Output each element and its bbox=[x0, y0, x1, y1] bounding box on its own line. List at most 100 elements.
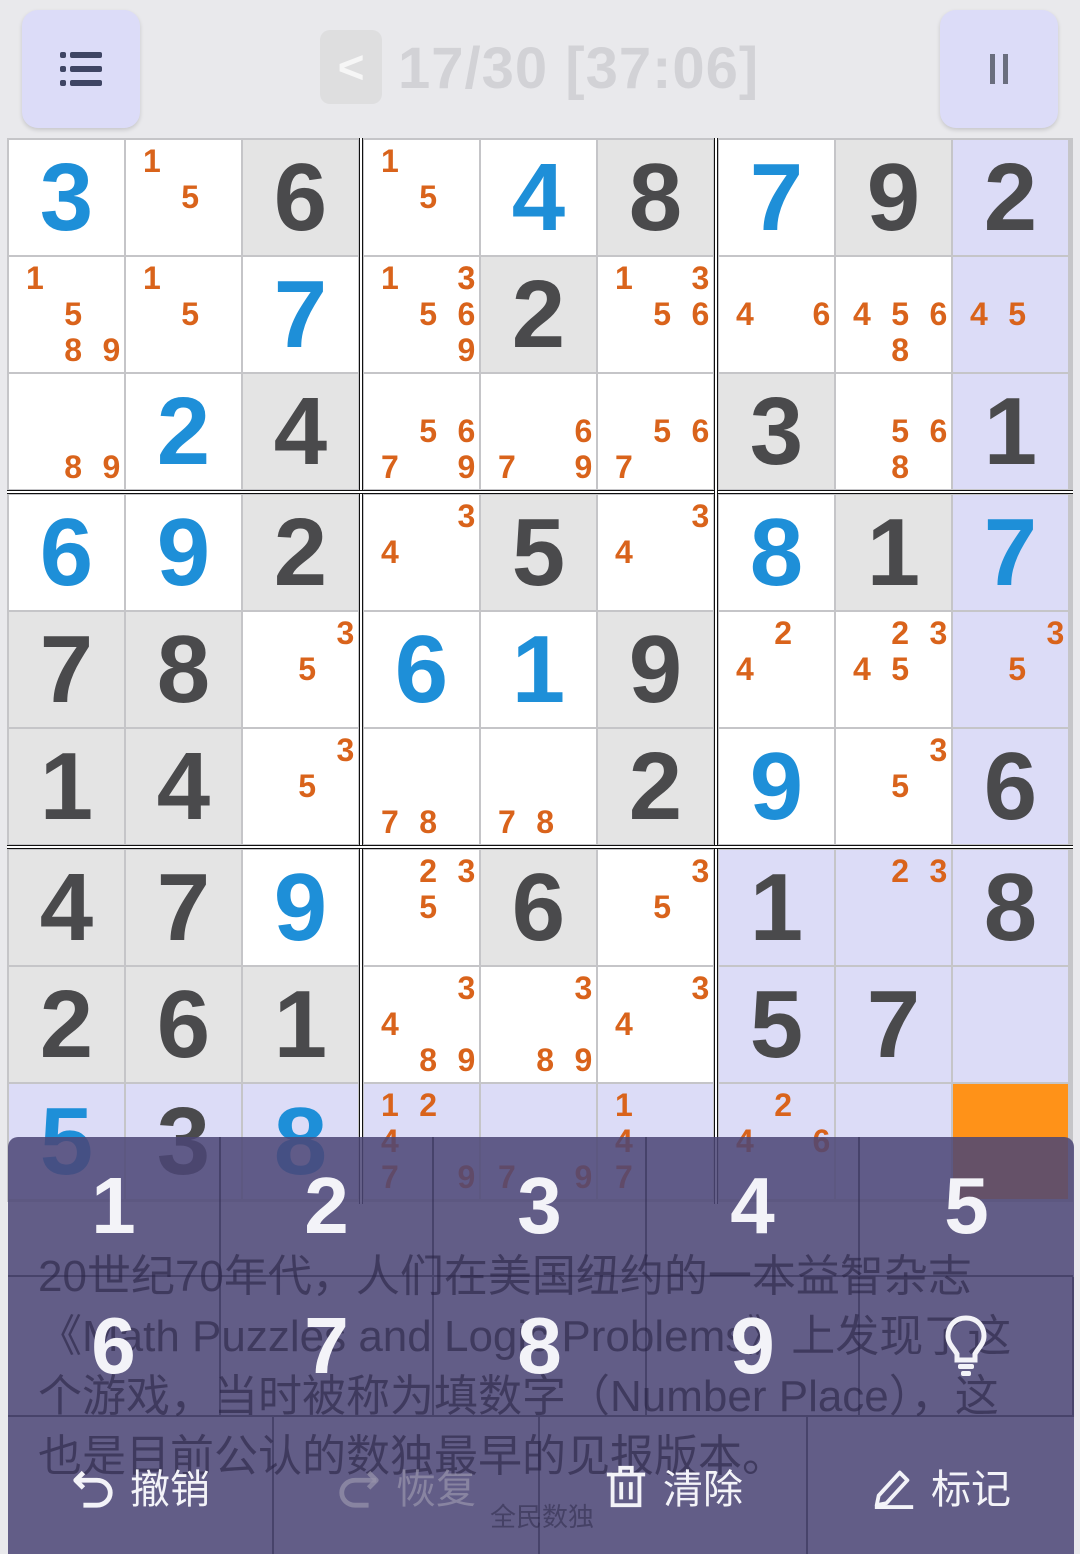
cell-r5c8[interactable]: 23 45 bbox=[836, 612, 951, 727]
given-digit: 9 bbox=[866, 143, 921, 251]
cell-r3c3[interactable]: 4 bbox=[243, 374, 358, 489]
cell-r8c8[interactable]: 7 bbox=[836, 967, 951, 1082]
cell-r3c8[interactable]: 568 bbox=[836, 374, 951, 489]
cell-r1c4[interactable]: 15 bbox=[364, 140, 479, 255]
number-key-6[interactable]: 6 bbox=[8, 1277, 221, 1417]
cell-r5c2[interactable]: 8 bbox=[126, 612, 241, 727]
hint-button[interactable] bbox=[860, 1277, 1074, 1417]
cell-r7c5[interactable]: 6 bbox=[481, 850, 596, 965]
cell-r5c1[interactable]: 7 bbox=[9, 612, 124, 727]
cell-r1c5[interactable]: 4 bbox=[481, 140, 596, 255]
cell-r7c3[interactable]: 9 bbox=[243, 850, 358, 965]
cell-r5c4[interactable]: 6 bbox=[364, 612, 479, 727]
cell-r6c9[interactable]: 6 bbox=[953, 729, 1068, 844]
cell-r6c1[interactable]: 1 bbox=[9, 729, 124, 844]
user-digit: 7 bbox=[983, 498, 1038, 606]
cell-r1c8[interactable]: 9 bbox=[836, 140, 951, 255]
cell-r7c7[interactable]: 1 bbox=[719, 850, 834, 965]
note-mode-button[interactable]: 标记 bbox=[808, 1417, 1074, 1554]
cell-r2c8[interactable]: 4568 bbox=[836, 257, 951, 372]
redo-button[interactable]: 恢复 bbox=[274, 1417, 540, 1554]
pause-button[interactable] bbox=[940, 10, 1058, 128]
cell-r8c2[interactable]: 6 bbox=[126, 967, 241, 1082]
cell-r8c4[interactable]: 3 489 bbox=[364, 967, 479, 1082]
cell-r5c3[interactable]: 35 bbox=[243, 612, 358, 727]
cell-r2c3[interactable]: 7 bbox=[243, 257, 358, 372]
cell-r2c6[interactable]: 1 356 bbox=[598, 257, 713, 372]
cell-r2c1[interactable]: 1589 bbox=[9, 257, 124, 372]
given-digit: 6 bbox=[511, 853, 566, 961]
number-key-4[interactable]: 4 bbox=[647, 1137, 860, 1277]
given-digit: 5 bbox=[749, 970, 804, 1078]
cell-r2c2[interactable]: 15 bbox=[126, 257, 241, 372]
cell-r7c9[interactable]: 8 bbox=[953, 850, 1068, 965]
cell-r4c8[interactable]: 1 bbox=[836, 495, 951, 610]
cell-r6c6[interactable]: 2 bbox=[598, 729, 713, 844]
cell-r7c8[interactable]: 23 bbox=[836, 850, 951, 965]
candidate-note: 4 bbox=[614, 533, 633, 570]
cell-r1c9[interactable]: 2 bbox=[953, 140, 1068, 255]
cell-r1c6[interactable]: 8 bbox=[598, 140, 713, 255]
number-key-3[interactable]: 3 bbox=[434, 1137, 647, 1277]
cell-r5c9[interactable]: 35 bbox=[953, 612, 1068, 727]
cell-r2c4[interactable]: 135369 bbox=[364, 257, 479, 372]
cell-r1c7[interactable]: 7 bbox=[719, 140, 834, 255]
cell-r4c2[interactable]: 9 bbox=[126, 495, 241, 610]
previous-puzzle-button[interactable]: < bbox=[320, 30, 382, 104]
cell-r2c5[interactable]: 2 bbox=[481, 257, 596, 372]
cell-r7c2[interactable]: 7 bbox=[126, 850, 241, 965]
cell-r5c5[interactable]: 1 bbox=[481, 612, 596, 727]
cell-r6c5[interactable]: 78 bbox=[481, 729, 596, 844]
cell-r1c1[interactable]: 3 bbox=[9, 140, 124, 255]
cell-r8c9[interactable] bbox=[953, 967, 1068, 1082]
number-key-5[interactable]: 5 bbox=[860, 1137, 1073, 1277]
cell-r2c7[interactable]: 46 bbox=[719, 257, 834, 372]
cell-r2c9[interactable]: 45 bbox=[953, 257, 1068, 372]
cell-r6c3[interactable]: 35 bbox=[243, 729, 358, 844]
candidate-note: 3 bbox=[691, 260, 710, 297]
cell-r3c5[interactable]: 6 7 9 bbox=[481, 374, 596, 489]
cell-r4c4[interactable]: 34 bbox=[364, 495, 479, 610]
cell-r8c7[interactable]: 5 bbox=[719, 967, 834, 1082]
candidate-note: 1 bbox=[614, 1087, 633, 1124]
cell-r3c7[interactable]: 3 bbox=[719, 374, 834, 489]
cell-r3c1[interactable]: 89 bbox=[9, 374, 124, 489]
cell-r3c9[interactable]: 1 bbox=[953, 374, 1068, 489]
cell-r7c6[interactable]: 35 bbox=[598, 850, 713, 965]
number-key-9[interactable]: 9 bbox=[647, 1277, 860, 1417]
cell-r4c7[interactable]: 8 bbox=[719, 495, 834, 610]
cell-r4c5[interactable]: 5 bbox=[481, 495, 596, 610]
cell-r5c7[interactable]: 24 bbox=[719, 612, 834, 727]
cell-r6c4[interactable]: 78 bbox=[364, 729, 479, 844]
cell-r1c2[interactable]: 15 bbox=[126, 140, 241, 255]
undo-button[interactable]: 撤销 bbox=[8, 1417, 274, 1554]
cell-r8c3[interactable]: 1 bbox=[243, 967, 358, 1082]
given-digit: 7 bbox=[39, 615, 94, 723]
cell-r7c4[interactable]: 235 bbox=[364, 850, 479, 965]
number-key-8[interactable]: 8 bbox=[434, 1277, 647, 1417]
cell-r8c5[interactable]: 389 bbox=[481, 967, 596, 1082]
given-digit: 5 bbox=[511, 498, 566, 606]
cell-r1c3[interactable]: 6 bbox=[243, 140, 358, 255]
cell-r8c1[interactable]: 2 bbox=[9, 967, 124, 1082]
cell-r8c6[interactable]: 34 bbox=[598, 967, 713, 1082]
cell-r4c3[interactable]: 2 bbox=[243, 495, 358, 610]
clear-button[interactable]: 清除 bbox=[540, 1417, 808, 1554]
cell-r7c1[interactable]: 4 bbox=[9, 850, 124, 965]
number-key-1[interactable]: 1 bbox=[8, 1137, 221, 1277]
cell-r6c8[interactable]: 35 bbox=[836, 729, 951, 844]
cell-r3c2[interactable]: 2 bbox=[126, 374, 241, 489]
cell-r4c6[interactable]: 34 bbox=[598, 495, 713, 610]
cell-r6c2[interactable]: 4 bbox=[126, 729, 241, 844]
number-key-7[interactable]: 7 bbox=[221, 1277, 434, 1417]
cell-r3c6[interactable]: 56 7 bbox=[598, 374, 713, 489]
cell-r6c7[interactable]: 9 bbox=[719, 729, 834, 844]
menu-button[interactable] bbox=[22, 10, 140, 128]
given-digit: 2 bbox=[628, 732, 683, 840]
cell-r4c9[interactable]: 7 bbox=[953, 495, 1068, 610]
number-key-2[interactable]: 2 bbox=[221, 1137, 434, 1277]
cell-r5c6[interactable]: 9 bbox=[598, 612, 713, 727]
cell-r4c1[interactable]: 6 bbox=[9, 495, 124, 610]
cell-r3c4[interactable]: 56 7 9 bbox=[364, 374, 479, 489]
candidate-note: 3 bbox=[1046, 615, 1065, 652]
